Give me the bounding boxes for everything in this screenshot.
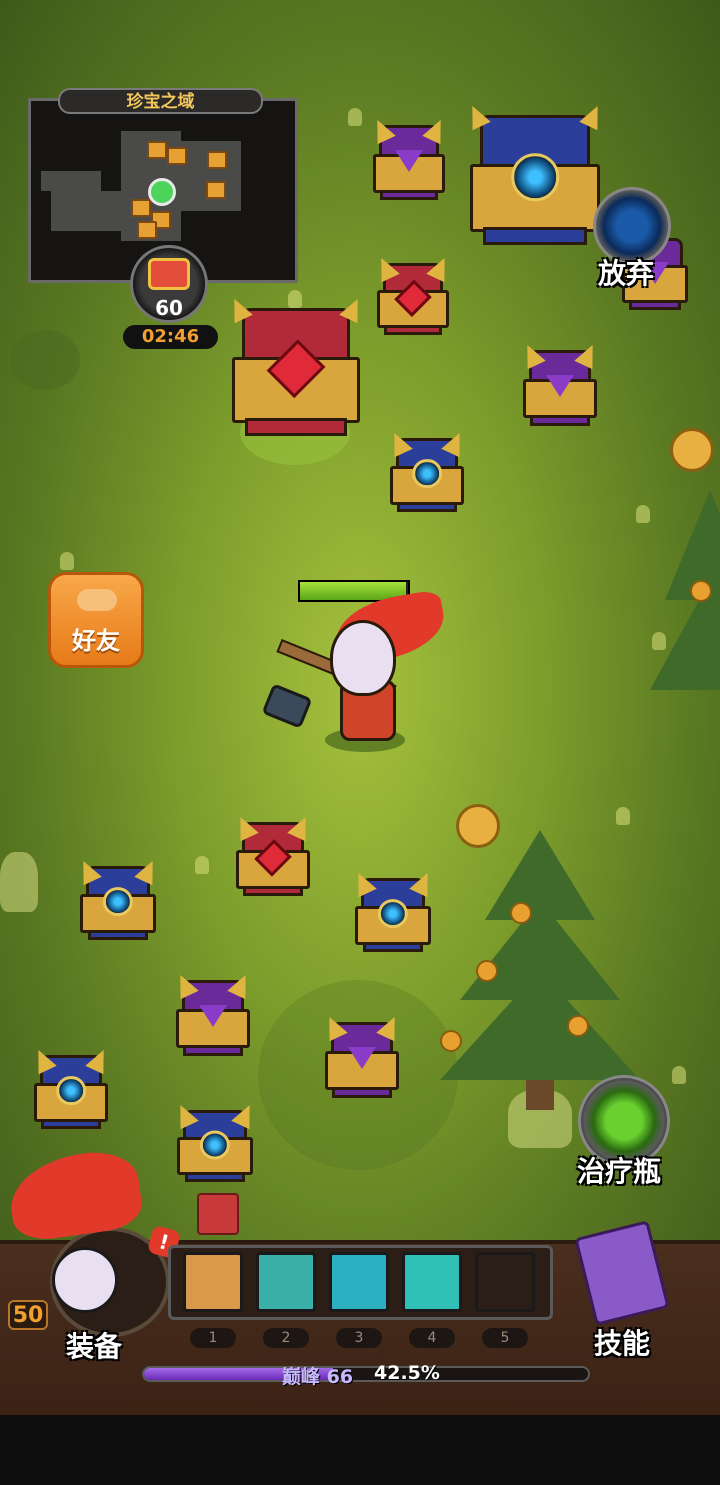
spellbook-icon (574, 1220, 670, 1326)
give-up-label: 放弃 (598, 257, 655, 290)
skill-slot-number: 4 (409, 1328, 455, 1348)
skill-slot-number: 1 (190, 1328, 236, 1348)
map-player-marker (148, 178, 176, 206)
friends-label: 好友 (72, 627, 120, 655)
pine-tree (645, 428, 720, 710)
grass-tuft (60, 552, 74, 570)
experience-percent: 42.5% (374, 1362, 440, 1384)
rock (0, 852, 38, 912)
countdown-timer: 02:46 (123, 325, 218, 349)
grass-tuft (288, 290, 302, 308)
peak-rank-label: 巅峰 (282, 1366, 321, 1388)
skill-slot-4[interactable] (402, 1252, 462, 1312)
friends-button[interactable]: 好友 (48, 572, 144, 668)
skills-button[interactable] (568, 1220, 670, 1326)
skill-slot-number: 3 (336, 1328, 382, 1348)
player-level: 50 (8, 1300, 48, 1330)
treasure-chest-red[interactable] (230, 812, 316, 896)
treasure-chest-purple[interactable] (367, 115, 451, 200)
treasure-chest-blue[interactable] (28, 1045, 114, 1129)
equipment-label: 装备 (66, 1330, 123, 1363)
skill-slot-5[interactable] (475, 1252, 535, 1312)
map-title: 珍宝之域 (58, 88, 263, 114)
grass-tuft (195, 856, 209, 874)
hud-footer (0, 1415, 720, 1485)
skill-slot-1[interactable] (183, 1252, 243, 1312)
skill-slot-2[interactable] (256, 1252, 316, 1312)
peak-rank-value: 66 (326, 1366, 354, 1388)
skill-slot-number: 5 (482, 1328, 528, 1348)
potion-label: 治疗瓶 (577, 1155, 662, 1188)
grass-tuft (348, 108, 362, 126)
treasure-chest-blue[interactable] (384, 428, 470, 512)
peak-rank-text: 巅峰 66 (282, 1362, 353, 1389)
treasure-chest-purple[interactable] (319, 1012, 405, 1098)
bush (10, 330, 80, 390)
treasure-chest-blue[interactable] (74, 856, 162, 940)
skill-slot-number: 2 (263, 1328, 309, 1348)
treasure-chest-blue-large[interactable] (463, 101, 607, 245)
skill-slot-3[interactable] (329, 1252, 389, 1312)
buff-icon (197, 1193, 239, 1235)
treasure-chest-purple[interactable] (170, 970, 256, 1056)
chest-icon (148, 258, 190, 290)
hero-character (261, 560, 480, 760)
treasure-chest-red[interactable] (371, 254, 455, 335)
treasure-chest-blue[interactable] (171, 1101, 259, 1182)
skills-label: 技能 (594, 1327, 651, 1360)
treasure-chest-red-large[interactable] (225, 294, 367, 436)
cloud-icon (77, 589, 117, 611)
experience-bar (142, 1366, 590, 1382)
treasure-chest-purple[interactable] (517, 340, 603, 426)
grass-tuft (672, 1066, 686, 1084)
treasure-chest-blue[interactable] (349, 868, 437, 952)
stage-level: 60 (155, 296, 183, 320)
hero-avatar (52, 1247, 118, 1313)
